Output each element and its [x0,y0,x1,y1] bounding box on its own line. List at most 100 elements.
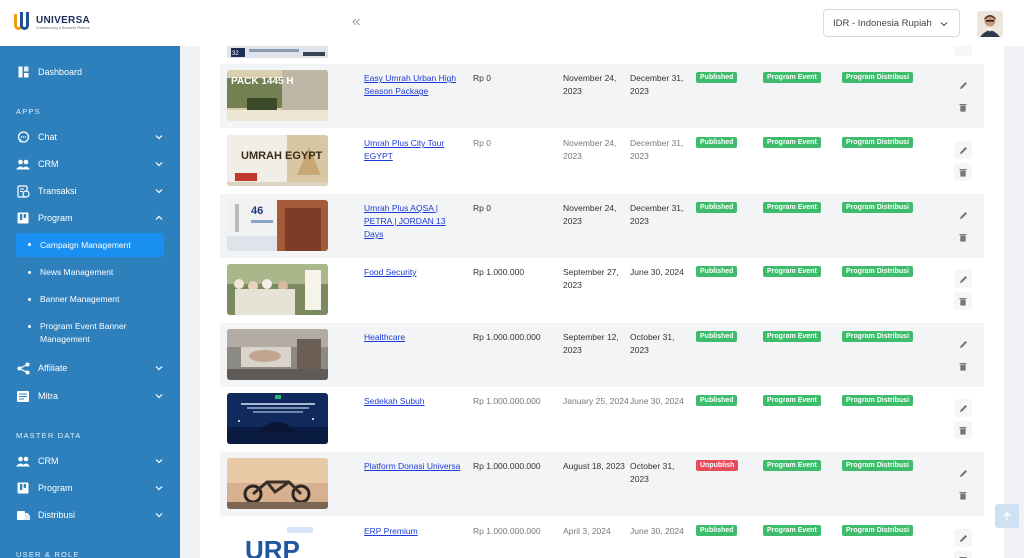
users-icon [16,454,30,468]
program-event-badge[interactable]: Program Event [763,72,821,83]
sidebar-item-label: Program [38,483,73,493]
sidebar-item-master-distribusi[interactable]: Distribusi [16,508,168,522]
collapse-sidebar-button[interactable] [348,14,364,30]
status-badge[interactable]: Published [696,525,738,536]
sidebar-subitem-program-event-banner-management[interactable]: Program Event Banner Management [16,320,164,346]
sidebar-item-master-program[interactable]: Program [16,481,168,495]
edit-button[interactable] [954,529,972,547]
sidebar-item-label: Transaksi [38,186,77,196]
chevron-down-icon [155,162,163,167]
campaign-title-link[interactable]: ERP Premium [364,525,464,538]
status-badge[interactable]: Published [696,395,738,406]
universa-logo-icon [13,12,33,34]
program-distribusi-badge[interactable]: Program Distribusi [842,395,914,406]
status-badge[interactable]: Published [696,266,738,277]
sidebar-item-label: CRM [38,159,59,169]
edit-button[interactable] [954,141,972,159]
delete-button[interactable] [954,163,972,181]
delete-button[interactable] [954,292,972,310]
chevron-down-icon [155,486,163,491]
sidebar-item-master-crm[interactable]: CRM [16,454,168,468]
program-distribusi-badge[interactable]: Program Distribusi [842,331,914,342]
sidebar-subitem-news-management[interactable]: News Management [16,266,164,279]
thumb-text: UMRAH EGYPT [241,150,323,162]
sidebar-subitem-campaign-management[interactable]: Campaign Management [16,233,164,257]
status-badge[interactable]: Published [696,137,738,148]
campaign-table-panel: 32 PACK 1445 H Easy Umrah Urban High Seas… [200,46,1004,558]
delete-button[interactable] [954,421,972,439]
pencil-icon [959,275,967,283]
delete-button[interactable] [954,551,972,558]
campaign-title-link[interactable]: Sedekah Subuh [364,395,464,408]
trash-icon [959,103,967,112]
sidebar-item-label: Chat [38,132,58,142]
sidebar-item-mitra[interactable]: Mitra [16,389,168,403]
brand-logo[interactable]: UNIVERSA Crowdfunding & Business Platfor… [0,0,180,46]
campaign-thumbnail: PACK 1445 H [227,70,328,121]
trash-icon [959,168,967,177]
status-badge[interactable]: Published [696,202,738,213]
campaign-thumbnail: 32 [227,46,328,58]
avatar[interactable] [977,11,1003,37]
trash-icon [959,233,967,242]
program-distribusi-badge[interactable]: Program Distribusi [842,266,914,277]
campaign-end-date: June 30, 2024 [630,267,684,277]
delete-button[interactable] [954,46,972,56]
delete-button[interactable] [954,486,972,504]
program-event-badge[interactable]: Program Event [763,395,821,406]
program-event-badge[interactable]: Program Event [763,202,821,213]
edit-button[interactable] [954,335,972,353]
campaign-thumbnail [227,264,328,315]
campaign-title-link[interactable]: Umrah Plus City Tour EGYPT [364,137,464,163]
campaign-end-date: October 31, 2023 [630,332,675,355]
campaign-start-date: November 24, 2023 [563,203,617,226]
campaign-thumbnail: UMRAH EGYPT [227,135,328,186]
program-distribusi-badge[interactable]: Program Distribusi [842,72,914,83]
campaign-start-date: September 12, 2023 [563,332,619,355]
scroll-to-top-button[interactable] [995,504,1019,528]
delete-button[interactable] [954,357,972,375]
pencil-icon [959,534,967,542]
campaign-title-link[interactable]: Easy Umrah Urban High Season Package [364,72,464,98]
campaign-end-date: December 31, 2023 [630,203,684,226]
sidebar-subitem-label: Banner Management [40,294,120,304]
program-distribusi-badge[interactable]: Program Distribusi [842,137,914,148]
sidebar-item-label: Affiliate [38,363,68,373]
campaign-title-link[interactable]: Healthcare [364,331,464,344]
program-distribusi-badge[interactable]: Program Distribusi [842,525,914,536]
edit-button[interactable] [954,206,972,224]
thumb-text: 46 [251,205,263,217]
campaign-title-link[interactable]: Umrah Plus AQSA | PETRA | JORDAN 13 Days [364,202,464,241]
chevron-down-icon [155,189,163,194]
sidebar-item-chat[interactable]: Chat [16,130,168,144]
program-event-badge[interactable]: Program Event [763,266,821,277]
sidebar-item-affiliate[interactable]: Affiliate [16,361,168,375]
program-event-badge[interactable]: Program Event [763,137,821,148]
status-badge[interactable]: Published [696,72,738,83]
chevron-down-icon [155,394,163,399]
campaign-title-link[interactable]: Platform Donasi Universa [364,460,464,473]
program-event-badge[interactable]: Program Event [763,460,821,471]
status-badge[interactable]: Published [696,331,738,342]
sidebar-item-crm[interactable]: CRM [16,157,168,171]
sidebar-item-program[interactable]: Program [16,211,168,225]
sidebar-item-label: Mitra [38,391,58,401]
edit-button[interactable] [954,464,972,482]
sidebar-item-transaksi[interactable]: Transaksi [16,184,168,198]
delete-button[interactable] [954,228,972,246]
campaign-title-link[interactable]: Food Security [364,266,464,279]
program-distribusi-badge[interactable]: Program Distribusi [842,202,914,213]
program-event-badge[interactable]: Program Event [763,331,821,342]
program-distribusi-badge[interactable]: Program Distribusi [842,460,914,471]
delete-button[interactable] [954,98,972,116]
edit-button[interactable] [954,270,972,288]
edit-button[interactable] [954,399,972,417]
currency-select[interactable]: IDR - Indonesia Rupiah [823,9,960,37]
edit-button[interactable] [954,76,972,94]
campaign-start-date: November 24, 2023 [563,73,617,96]
campaign-thumbnail: URP [227,523,328,558]
program-event-badge[interactable]: Program Event [763,525,821,536]
status-badge[interactable]: Unpublish [696,460,739,471]
sidebar-subitem-banner-management[interactable]: Banner Management [16,293,164,306]
sidebar-item-dashboard[interactable]: Dashboard [16,65,168,79]
